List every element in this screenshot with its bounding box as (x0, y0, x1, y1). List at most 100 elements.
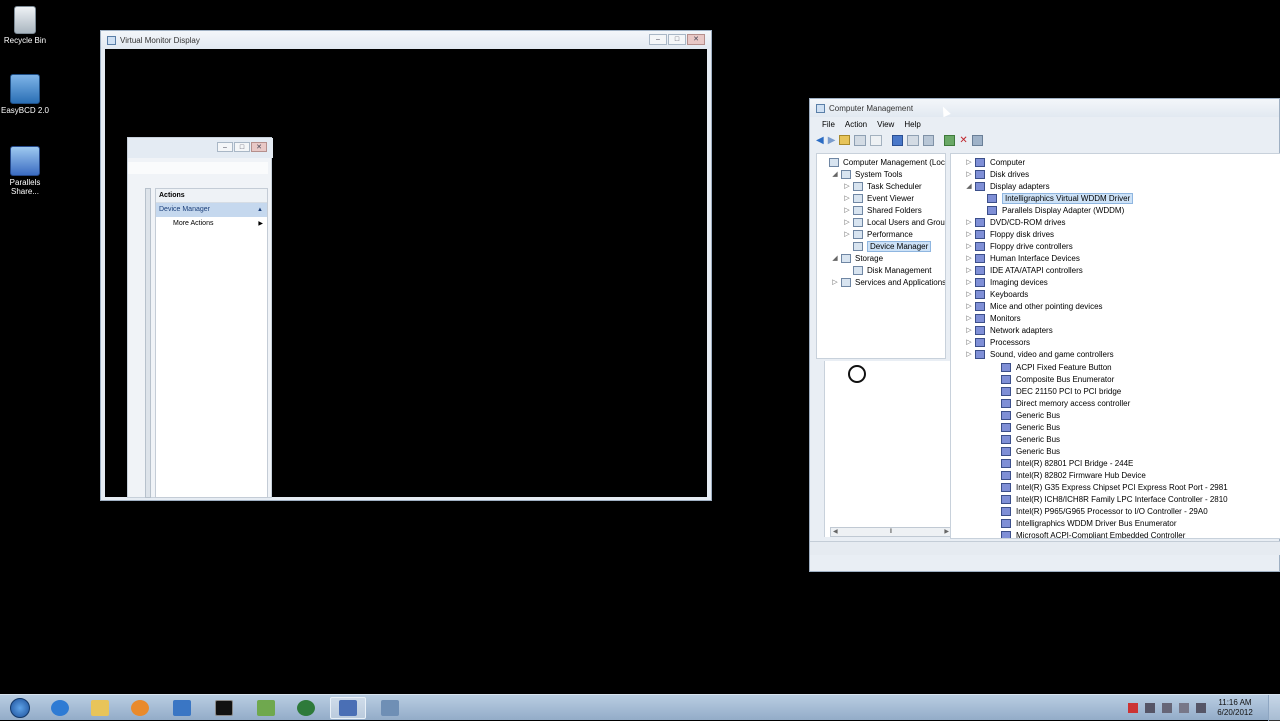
system-device-item[interactable]: DEC 21150 PCI to PCI bridge (1001, 385, 1121, 397)
taskbar-explorer-button[interactable] (82, 697, 118, 719)
system-device-item[interactable]: Composite Bus Enumerator (1001, 373, 1114, 385)
expander-icon[interactable]: ◢ (831, 254, 839, 262)
system-device-item[interactable]: Microsoft ACPI-Compliant Embedded Contro… (1001, 529, 1185, 538)
show-desktop-button[interactable] (1268, 695, 1280, 721)
system-device-item[interactable]: Intel(R) G35 Express Chipset PCI Express… (1001, 481, 1228, 493)
console-tree-item[interactable]: ▷ Task Scheduler (843, 180, 922, 192)
expander-icon[interactable]: ▷ (965, 338, 973, 346)
vmd-titlebar[interactable]: Virtual Monitor Display (101, 31, 711, 49)
device-category[interactable]: ▷ Keyboards (965, 288, 1028, 300)
device-category[interactable]: ▷ Monitors (965, 312, 1021, 324)
device-category[interactable]: ▷ DVD/CD-ROM drives (965, 216, 1066, 228)
device-category[interactable]: ▷ Computer (965, 156, 1025, 168)
action-more-actions[interactable]: More Actions ▶ (156, 217, 267, 231)
system-device-item[interactable]: Generic Bus (1001, 421, 1060, 433)
device-category[interactable]: ▷ Disk drives (965, 168, 1029, 180)
expander-icon[interactable]: ▷ (965, 170, 973, 178)
scroll-thumb-icon[interactable]: ⦀ (890, 528, 893, 536)
expander-icon[interactable]: ▷ (831, 278, 839, 286)
taskbar-ie-button[interactable] (42, 697, 78, 719)
expander-icon[interactable]: ◢ (965, 182, 973, 190)
menu-action[interactable]: Action (845, 120, 867, 129)
disable-device-icon[interactable] (971, 134, 983, 146)
console-tree-item[interactable]: Computer Management (Local (819, 156, 945, 168)
inner-close-button[interactable]: ✕ (251, 142, 267, 152)
device-category[interactable]: ◢ Display adapters (965, 180, 1050, 192)
taskbar-app-button[interactable] (164, 697, 200, 719)
system-device-item[interactable]: Generic Bus (1001, 433, 1060, 445)
expander-icon[interactable]: ▷ (843, 194, 851, 202)
scroll-left-icon[interactable]: ◀ (833, 528, 838, 536)
expander-icon[interactable]: ▷ (843, 182, 851, 190)
inner-scrollbar[interactable] (145, 188, 151, 498)
action-center-icon[interactable] (1128, 703, 1138, 713)
system-device-item[interactable]: Generic Bus (1001, 409, 1060, 421)
uninstall-icon[interactable]: ✕ (959, 135, 967, 146)
console-tree-item[interactable]: ▷ Local Users and Groups (843, 216, 945, 228)
help-icon[interactable] (892, 134, 904, 146)
expander-icon[interactable]: ▷ (843, 230, 851, 238)
device-category[interactable]: ▷ Network adapters (965, 324, 1053, 336)
show-action-pane-icon[interactable] (907, 134, 920, 146)
back-icon[interactable]: ◀ (816, 135, 824, 146)
scan-hardware-icon[interactable] (923, 134, 935, 146)
update-driver-icon[interactable] (944, 134, 956, 146)
forward-icon[interactable]: ▶ (828, 135, 836, 146)
device-category[interactable]: ▷ Floppy disk drives (965, 228, 1054, 240)
system-device-item[interactable]: Intelligraphics WDDM Driver Bus Enumerat… (1001, 517, 1177, 529)
system-device-item[interactable]: Intel(R) 82801 PCI Bridge - 244E (1001, 457, 1133, 469)
device-category[interactable]: ▷ IDE ATA/ATAPI controllers (965, 264, 1083, 276)
properties-icon[interactable] (870, 134, 883, 146)
start-button[interactable] (2, 697, 38, 719)
up-folder-icon[interactable] (839, 135, 851, 145)
expander-icon[interactable]: ▷ (965, 218, 973, 226)
expander-icon[interactable]: ▷ (965, 254, 973, 262)
system-device-item[interactable]: Intel(R) P965/G965 Processor to I/O Cont… (1001, 505, 1208, 517)
system-device-item[interactable]: Generic Bus (1001, 445, 1060, 457)
console-tree-item[interactable]: ▷ Services and Applications (831, 276, 945, 288)
parallels-share-desktop-icon[interactable]: Parallels Share... (0, 146, 50, 196)
scroll-right-icon[interactable]: ▶ (944, 528, 949, 536)
maximize-button[interactable]: □ (668, 34, 686, 45)
easybcd-desktop-icon[interactable]: EasyBCD 2.0 (0, 74, 50, 115)
expander-icon[interactable]: ▷ (965, 230, 973, 238)
console-tree-item[interactable]: ▷ Performance (843, 228, 913, 240)
volume-icon[interactable] (1196, 703, 1206, 713)
recycle-bin-desktop-icon[interactable]: Recycle Bin (0, 6, 50, 45)
tree-horizontal-scrollbar[interactable]: ◀ ⦀ ▶ (830, 527, 952, 537)
tray-icon-1[interactable] (1145, 703, 1155, 713)
expander-icon[interactable]: ▷ (965, 350, 973, 358)
taskbar-cmd-button[interactable] (206, 697, 242, 719)
device-category[interactable]: ▷ Mice and other pointing devices (965, 300, 1103, 312)
expander-icon[interactable]: ▷ (843, 206, 851, 214)
taskbar-network-button[interactable] (248, 697, 284, 719)
menu-help[interactable]: Help (904, 120, 920, 129)
taskbar-media-button[interactable] (122, 697, 158, 719)
minimize-button[interactable]: ‒ (649, 34, 667, 45)
expander-icon[interactable]: ▷ (965, 314, 973, 322)
expander-icon[interactable]: ▷ (965, 326, 973, 334)
console-tree-item[interactable]: Device Manager (843, 240, 932, 252)
console-tree-item[interactable]: ◢ Storage (831, 252, 883, 264)
device-category[interactable]: ▷ Floppy drive controllers (965, 240, 1073, 252)
tray-time[interactable]: 11:16 AM (1212, 698, 1258, 708)
expander-icon[interactable]: ◢ (831, 170, 839, 178)
system-device-item[interactable]: Intel(R) 82802 Firmware Hub Device (1001, 469, 1146, 481)
device-category[interactable]: ▷ Processors (965, 336, 1030, 348)
expander-icon[interactable]: ▷ (965, 278, 973, 286)
expander-icon[interactable]: ▷ (965, 158, 973, 166)
device-category[interactable]: ▷ Imaging devices (965, 276, 1048, 288)
system-device-item[interactable]: ACPI Fixed Feature Button (1001, 361, 1112, 373)
system-device-item[interactable]: Direct memory access controller (1001, 397, 1130, 409)
inner-minimize-button[interactable]: ‒ (217, 142, 233, 152)
console-tree-item[interactable]: Disk Management (843, 264, 931, 276)
show-hide-tree-icon[interactable] (854, 134, 867, 146)
console-tree-item[interactable]: ◢ System Tools (831, 168, 902, 180)
close-button[interactable]: ✕ (687, 34, 705, 45)
cm-titlebar[interactable]: Computer Management (810, 99, 1279, 117)
menu-file[interactable]: File (822, 120, 835, 129)
expander-icon[interactable]: ▷ (843, 218, 851, 226)
inner-maximize-button[interactable]: □ (234, 142, 250, 152)
action-device-manager[interactable]: Device Manager ▲ (156, 203, 267, 217)
tray-icon-2[interactable] (1162, 703, 1172, 713)
